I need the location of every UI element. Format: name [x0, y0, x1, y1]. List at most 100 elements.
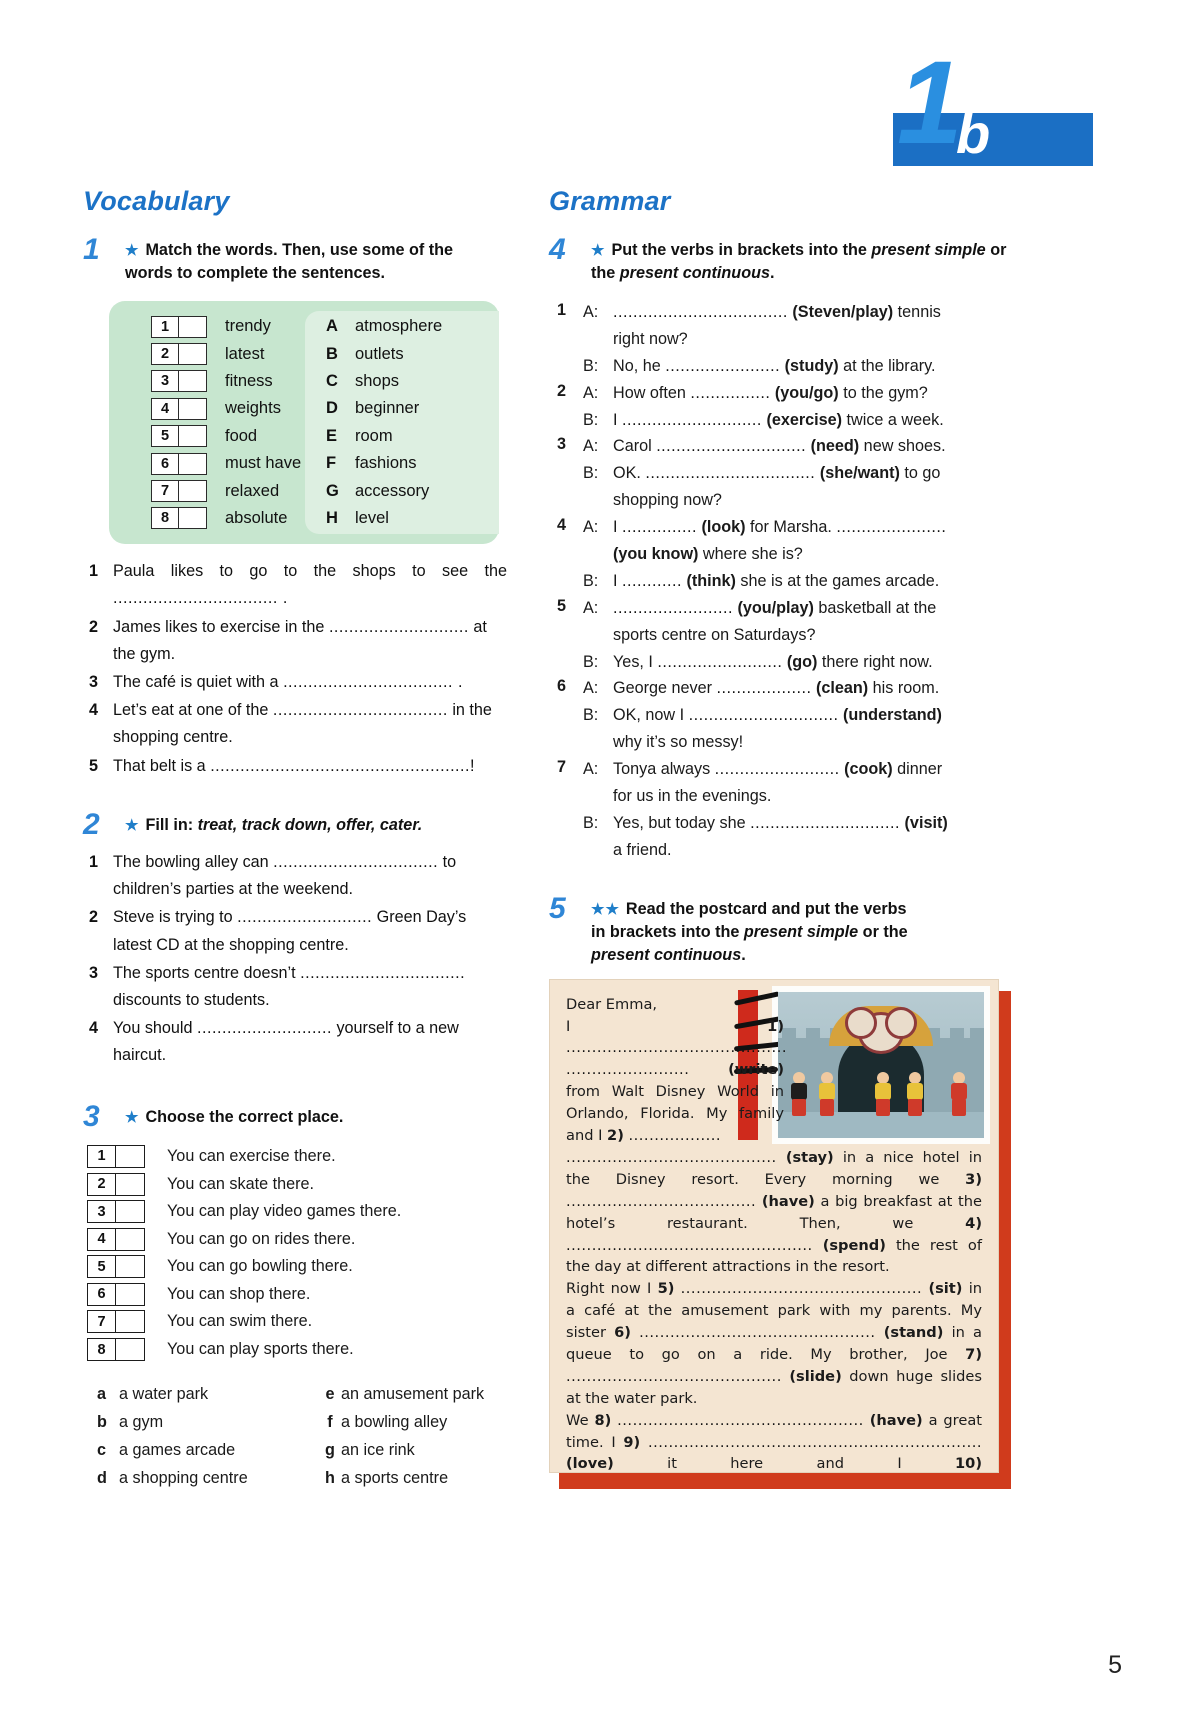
- postcard-greeting: Dear Emma,: [566, 995, 658, 1013]
- match-left-word: absolute: [225, 508, 288, 527]
- answer-blank[interactable]: .................................. .: [283, 673, 463, 691]
- dialogue-line: B: OK, now I ............................…: [583, 702, 1011, 729]
- dialogue-item: 1 A:................................... (…: [549, 299, 1011, 380]
- choose-answer-box[interactable]: 6: [87, 1282, 145, 1306]
- dialogue-line: A: Carol .............................. (…: [583, 433, 1011, 460]
- match-answer-box[interactable]: 1: [151, 315, 207, 338]
- option-letter: b: [97, 1413, 107, 1432]
- option-item: a a water park: [97, 1385, 208, 1404]
- answer-blank[interactable]: ...................................: [273, 701, 448, 719]
- match-answer-blank[interactable]: [179, 317, 206, 337]
- answer-blank[interactable]: ............................: [329, 618, 469, 636]
- choose-answer-box[interactable]: 5: [87, 1255, 145, 1279]
- choose-item-text: You can go on rides there.: [167, 1229, 356, 1248]
- exercise-5-instruction-i1: present simple: [743, 922, 859, 941]
- choose-answer-box[interactable]: 7: [87, 1310, 145, 1334]
- match-answer-blank[interactable]: [179, 454, 206, 474]
- choose-answer-blank[interactable]: [116, 1284, 144, 1305]
- answer-blank[interactable]: ...........................: [237, 908, 372, 926]
- question-number: 3: [89, 963, 99, 982]
- match-row: 3 fitness Cshops: [109, 368, 499, 395]
- match-answer-box[interactable]: 2: [151, 343, 207, 366]
- match-right-word: room: [355, 426, 393, 445]
- choose-item-number: 8: [88, 1339, 116, 1361]
- choose-answer-blank[interactable]: [116, 1229, 144, 1250]
- match-answer-blank[interactable]: [179, 344, 206, 364]
- choose-item-text: You can play video games there.: [167, 1202, 402, 1221]
- dialogue-speaker: A:: [583, 518, 599, 537]
- option-text: a games arcade: [119, 1441, 236, 1460]
- match-answer-blank[interactable]: [179, 426, 206, 446]
- choose-item-number: 7: [88, 1311, 116, 1333]
- choose-item-text: You can play sports there.: [167, 1340, 354, 1359]
- exercise-2-sentences: 1 The bowling alley can .................…: [83, 849, 507, 1070]
- exercise-1-instruction-line1: Match the words. Then, use some of the: [145, 241, 454, 259]
- dialogue-number: 2: [557, 381, 567, 400]
- choose-answer-blank[interactable]: [116, 1146, 144, 1167]
- match-row: 8 absolute Hlevel: [109, 505, 499, 532]
- choose-answer-box[interactable]: 1: [87, 1144, 145, 1168]
- choose-answer-blank[interactable]: [116, 1174, 144, 1195]
- dialogue-number: 6: [557, 677, 567, 696]
- exercise-1: 1 ★ Match the words. Then, use some of th…: [83, 233, 507, 780]
- exercise-3-options: a a water park b a gym c a games arcade d a sho…: [97, 1385, 507, 1505]
- postcard: Dear Emma, I 1) ........................…: [549, 978, 1011, 1489]
- choose-item-text: You can skate there.: [167, 1174, 314, 1193]
- choose-answer-blank[interactable]: [116, 1339, 144, 1360]
- choose-answer-box[interactable]: 2: [87, 1172, 145, 1196]
- match-answer-box[interactable]: 5: [151, 425, 207, 448]
- answer-blank[interactable]: ........................................…: [210, 757, 475, 775]
- choose-answer-blank[interactable]: [116, 1256, 144, 1277]
- match-item-number: 3: [152, 371, 179, 392]
- choose-answer-box[interactable]: 3: [87, 1200, 145, 1224]
- matching-box: 1 trendy Aatmosphere 2 latest Boutlets 3 fitnes…: [109, 301, 499, 545]
- match-item-number: 2: [152, 344, 179, 365]
- dialogue-line: A: I ............... (look) for Marsha. .…: [583, 514, 1011, 541]
- answer-blank[interactable]: ...........................: [197, 1019, 332, 1037]
- option-item: e an amusement park: [319, 1385, 484, 1404]
- exercise-4-instruction-i1: present: [871, 241, 930, 259]
- workbook-page: 1 b Vocabulary 1 ★ Match the words. Then,…: [0, 0, 1200, 1718]
- question-item: 2 James likes to exercise in the ........…: [83, 614, 507, 668]
- choose-answer-blank[interactable]: [116, 1311, 144, 1332]
- match-left-word: relaxed: [225, 481, 280, 500]
- answer-blank[interactable]: .................................: [273, 853, 438, 871]
- exercise-4-instruction-i2: simple: [934, 241, 986, 259]
- match-answer-blank[interactable]: [179, 399, 206, 419]
- postcard-paragraph-3: We 8) ..................................…: [566, 1411, 983, 1473]
- choose-answer-box[interactable]: 8: [87, 1338, 145, 1362]
- match-answer-box[interactable]: 8: [151, 507, 207, 530]
- choose-answer-blank[interactable]: [116, 1201, 144, 1222]
- dialogue-line: B: OK. ..................................…: [583, 460, 1011, 487]
- grammar-heading: Grammar: [549, 186, 671, 216]
- match-answer-box[interactable]: 3: [151, 370, 207, 393]
- choose-item-number: 4: [88, 1228, 116, 1250]
- match-item-number: 5: [152, 426, 179, 447]
- exercise-4-number: 4: [549, 233, 566, 266]
- answer-blank[interactable]: ................................. .: [113, 589, 288, 607]
- choose-item: 4 You can go on rides there.: [87, 1225, 507, 1253]
- postcard-paragraph-1: ........................................…: [566, 1148, 982, 1276]
- dialogue-speaker: A:: [583, 437, 599, 456]
- exercise-4-instruction-p1: Put the verbs in brackets into the: [611, 241, 872, 259]
- match-answer-box[interactable]: 4: [151, 397, 207, 420]
- dialogue-line: B: I ............ (think) she is at the g…: [583, 568, 1011, 595]
- choose-item: 2 You can skate there.: [87, 1170, 507, 1198]
- choose-answer-box[interactable]: 4: [87, 1227, 145, 1251]
- dialogue-line: A:........................ (you/play) ba…: [583, 595, 1011, 622]
- exercise-4: 4 ★ Put the verbs in brackets into the pr…: [549, 233, 1011, 864]
- match-answer-blank[interactable]: [179, 508, 206, 528]
- question-text: James likes to exercise in the .........…: [113, 617, 487, 663]
- match-answer-box[interactable]: 7: [151, 480, 207, 503]
- match-answer-box[interactable]: 6: [151, 452, 207, 475]
- right-column: Grammar 4 ★ Put the verbs in brackets int…: [549, 186, 1011, 1511]
- dialogue-line: A:................................... (S…: [583, 299, 1011, 326]
- match-answer-blank[interactable]: [179, 371, 206, 391]
- option-letter: d: [97, 1469, 107, 1488]
- dialogue-item: 3 A: Carol .............................. …: [549, 433, 1011, 514]
- answer-blank[interactable]: .................................: [300, 964, 465, 982]
- match-answer-blank[interactable]: [179, 481, 206, 501]
- question-item: 1 Paula likes to go to the shops to see t…: [83, 558, 507, 612]
- exercise-2-instruction: ★ Fill in: treat, track down, offer, cate…: [125, 814, 507, 837]
- dialogue-item: 2 A: How often ................ (you/go) t…: [549, 380, 1011, 434]
